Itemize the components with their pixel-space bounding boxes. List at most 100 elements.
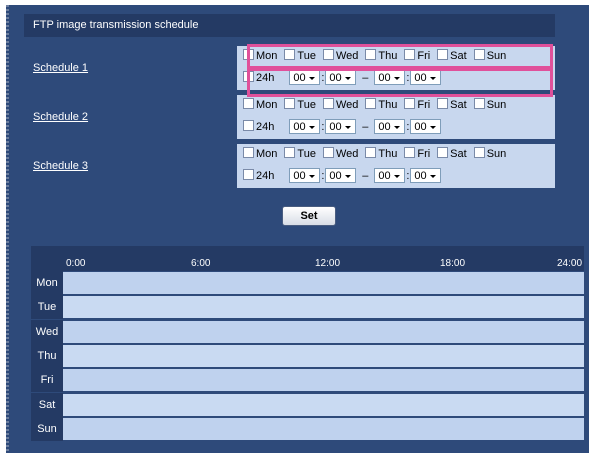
timeline-row-thu: Thu <box>31 343 584 368</box>
day-label: Fri <box>417 148 431 160</box>
day-option-sat[interactable]: Sat <box>437 98 467 111</box>
day-option-sat[interactable]: Sat <box>437 147 467 160</box>
timeline-track <box>63 344 584 367</box>
timeline-day-label: Mon <box>31 271 63 295</box>
day-option-wed[interactable]: Wed <box>322 98 359 111</box>
day-checkbox-group: Mon Tue Wed Thu Fri Sat Sun <box>237 98 507 114</box>
checkbox[interactable] <box>243 98 254 109</box>
day-option-tue[interactable]: Tue <box>284 147 316 160</box>
timeline-track <box>63 369 584 392</box>
schedule-settings-cell: Mon Tue Wed Thu Fri Sat Sun 24h 00:00–00:00 <box>237 95 555 139</box>
all-day-label: 24h <box>256 121 275 133</box>
day-label: Tue <box>297 148 316 160</box>
day-label: Thu <box>378 99 398 111</box>
end-hour-select[interactable]: 00 <box>374 168 406 183</box>
all-day-option[interactable]: 24h <box>243 169 274 182</box>
schedule-link-1[interactable]: Schedule 1 <box>33 44 88 92</box>
highlight-time-box <box>247 68 553 97</box>
day-option-thu[interactable]: Thu <box>365 147 397 160</box>
day-option-sun[interactable]: Sun <box>473 147 507 160</box>
timeline-row-tue: Tue <box>31 295 584 320</box>
schedule-row-2: Schedule 2 Mon Tue Wed Thu Fri Sat Sun 24h 00:00–… <box>24 93 555 141</box>
checkbox[interactable] <box>322 147 334 158</box>
day-option-mon[interactable]: Mon <box>243 147 277 160</box>
timeline-row-mon: Mon <box>31 271 584 295</box>
day-label: Wed <box>335 99 359 111</box>
timeline-track <box>63 417 584 440</box>
start-hour-select[interactable]: 00 <box>289 168 321 183</box>
checkbox[interactable] <box>365 147 377 158</box>
day-label: Sun <box>486 99 507 111</box>
timeline-tick: 6:00 <box>191 258 211 269</box>
timeline-day-label: Fri <box>31 368 63 393</box>
checkbox[interactable] <box>365 98 377 109</box>
checkbox[interactable] <box>243 147 254 158</box>
checkbox[interactable] <box>404 147 416 158</box>
schedule-settings-cell: Mon Tue Wed Thu Fri Sat Sun 24h 00:00–00:00 <box>237 144 555 188</box>
checkbox[interactable] <box>243 120 254 131</box>
timeline-row-sat: Sat <box>31 392 584 417</box>
day-label: Sat <box>450 148 467 160</box>
day-option-thu[interactable]: Thu <box>365 98 397 111</box>
timeline-day-label: Wed <box>31 319 63 344</box>
all-day-option[interactable]: 24h <box>243 120 274 133</box>
timeline-track <box>63 320 584 343</box>
day-label: Fri <box>417 99 431 111</box>
day-label: Tue <box>297 99 316 111</box>
time-range-group: 24h 00:00–00:00 <box>237 119 442 137</box>
day-checkbox-group: Mon Tue Wed Thu Fri Sat Sun <box>237 147 507 163</box>
timeline-tick: 24:00 <box>557 258 583 269</box>
day-label: Mon <box>256 148 278 160</box>
timeline-day-label: Thu <box>31 343 63 368</box>
day-option-wed[interactable]: Wed <box>322 147 359 160</box>
day-label: Thu <box>378 148 398 160</box>
timeline-track <box>63 296 584 319</box>
start-hour-select[interactable]: 00 <box>289 119 321 134</box>
start-minute-select[interactable]: 00 <box>325 168 357 183</box>
timeline-day-label: Tue <box>31 295 63 320</box>
end-minute-select[interactable]: 00 <box>410 168 442 183</box>
end-minute-select[interactable]: 00 <box>410 119 442 134</box>
day-option-tue[interactable]: Tue <box>284 98 316 111</box>
day-option-fri[interactable]: Fri <box>404 98 430 111</box>
day-label: Sun <box>486 148 507 160</box>
day-option-mon[interactable]: Mon <box>243 98 277 111</box>
day-option-sun[interactable]: Sun <box>473 98 507 111</box>
checkbox[interactable] <box>243 169 254 180</box>
range-dash: – <box>362 120 369 133</box>
timeline-track <box>63 272 584 294</box>
timeline-tick: 18:00 <box>440 258 466 269</box>
all-day-label: 24h <box>256 170 275 182</box>
timeline-day-label: Sun <box>31 416 63 441</box>
checkbox[interactable] <box>437 98 449 109</box>
range-dash: – <box>362 169 369 182</box>
timeline-header: 0:00 6:00 12:00 18:00 24:00 <box>31 246 584 271</box>
schedule-link-2[interactable]: Schedule 2 <box>33 93 88 141</box>
time-range-group: 24h 00:00–00:00 <box>237 168 442 186</box>
schedule-row-3: Schedule 3 Mon Tue Wed Thu Fri Sat Sun 24h 00:00–… <box>24 142 555 190</box>
checkbox[interactable] <box>284 147 296 158</box>
timeline-track <box>63 393 584 416</box>
timeline-row-fri: Fri <box>31 368 584 393</box>
timeline-row-wed: Wed <box>31 319 584 344</box>
timeline-row-sun: Sun <box>31 416 584 441</box>
day-label: Sat <box>450 99 467 111</box>
start-minute-select[interactable]: 00 <box>325 119 357 134</box>
checkbox[interactable] <box>404 98 416 109</box>
schedule-link-3[interactable]: Schedule 3 <box>33 142 88 190</box>
checkbox[interactable] <box>473 98 485 109</box>
day-option-fri[interactable]: Fri <box>404 147 430 160</box>
timeline-tick: 12:00 <box>315 258 341 269</box>
checkbox[interactable] <box>437 147 449 158</box>
timeline-tick: 0:00 <box>66 258 86 269</box>
set-button[interactable]: Set <box>282 206 336 226</box>
checkbox[interactable] <box>322 98 334 109</box>
checkbox[interactable] <box>284 98 296 109</box>
checkbox[interactable] <box>473 147 485 158</box>
highlight-days-box <box>247 44 553 69</box>
day-label: Wed <box>335 148 359 160</box>
timeline-day-label: Sat <box>31 392 63 417</box>
day-label: Mon <box>256 99 278 111</box>
end-hour-select[interactable]: 00 <box>374 119 406 134</box>
section-title: FTP image transmission schedule <box>24 14 555 37</box>
